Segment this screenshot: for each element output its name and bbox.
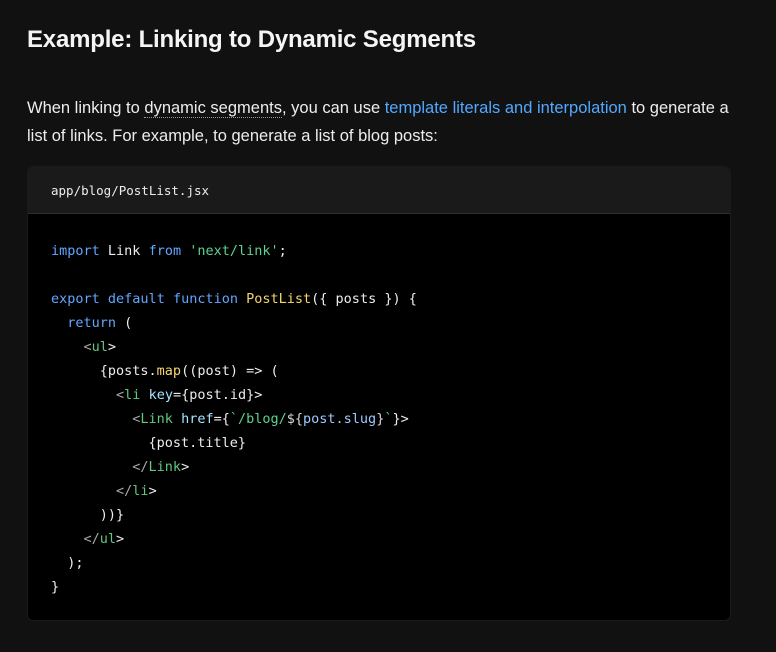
code-line: import Link from 'next/link'; [51,243,287,259]
code-line: </ul> [83,531,125,547]
code-line: <ul> [83,339,117,355]
code-line: return ( [67,315,133,331]
code-content[interactable]: import Link from 'next/link'; ​ export def… [28,214,730,599]
code-line: ))} [51,507,125,523]
code-line: ​ [51,263,730,287]
code-line: export default function PostList({ posts… [51,291,417,307]
dynamic-segments-link[interactable]: dynamic segments [144,99,282,118]
code-line: {posts.map((post) => ( [51,363,279,379]
code-line: } [51,579,60,595]
paragraph-text-before: When linking to [27,99,145,117]
code-line: {post.title} [51,435,247,451]
paragraph-text-middle: , you can use [281,99,385,117]
code-line: </li> [116,483,157,499]
code-line: <li key={post.id}> [116,387,263,403]
code-line: </Link> [132,459,190,475]
code-block: app/blog/PostList.jsx import Link from '… [27,166,731,621]
docs-section: Example: Linking to Dynamic Segments Whe… [0,0,776,652]
code-filename: app/blog/PostList.jsx [51,182,210,198]
section-heading: Example: Linking to Dynamic Segments [27,26,476,53]
intro-paragraph: When linking to dynamic segments, you ca… [27,94,747,150]
code-line: <Link href={`/blog/${post.slug}`}> [132,411,409,427]
code-line: ); [51,555,84,571]
template-literals-link[interactable]: template literals and interpolation [385,99,627,117]
code-header: app/blog/PostList.jsx [28,167,730,214]
